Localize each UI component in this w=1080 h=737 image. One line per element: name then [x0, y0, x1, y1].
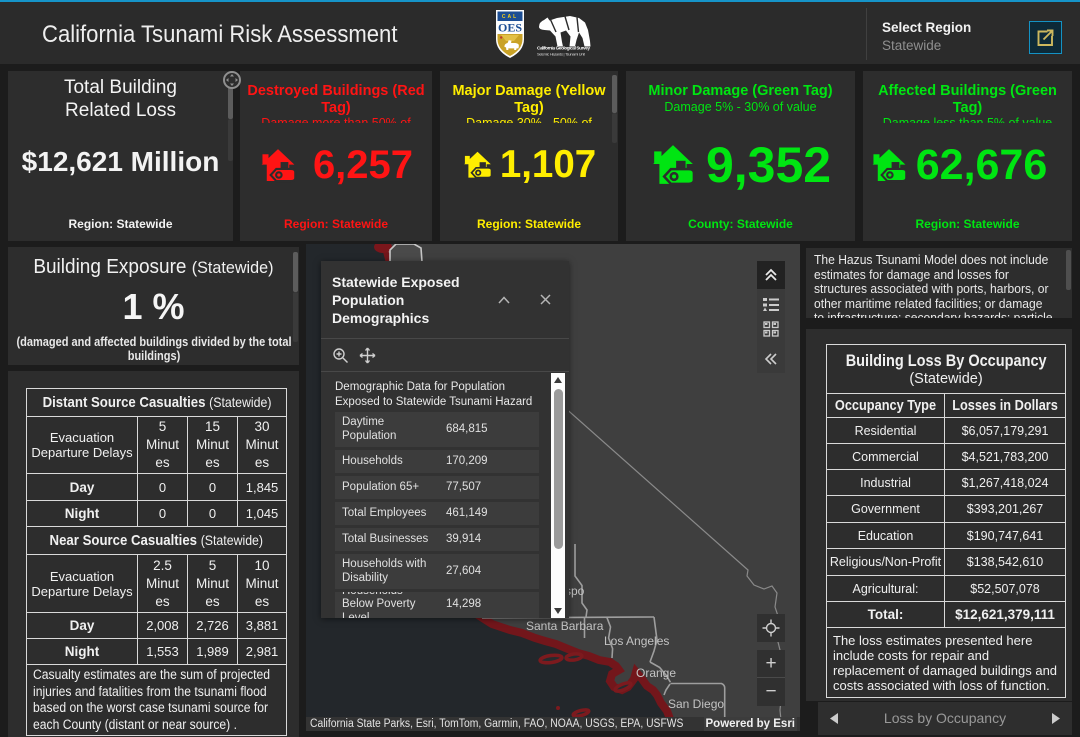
- svg-text:Seismic Hazards | Tsunami Unit: Seismic Hazards | Tsunami Unit: [537, 52, 586, 57]
- svg-text:Los Angeles: Los Angeles: [604, 634, 669, 648]
- svg-text:Orange: Orange: [636, 666, 676, 680]
- svg-text:OES: OES: [498, 21, 522, 35]
- svg-text:California Geological Survey: California Geological Survey: [537, 46, 590, 51]
- svg-text:CAL: CAL: [502, 14, 518, 20]
- svg-text:San Diego: San Diego: [668, 697, 724, 711]
- svg-text:Santa Barbara: Santa Barbara: [526, 619, 604, 633]
